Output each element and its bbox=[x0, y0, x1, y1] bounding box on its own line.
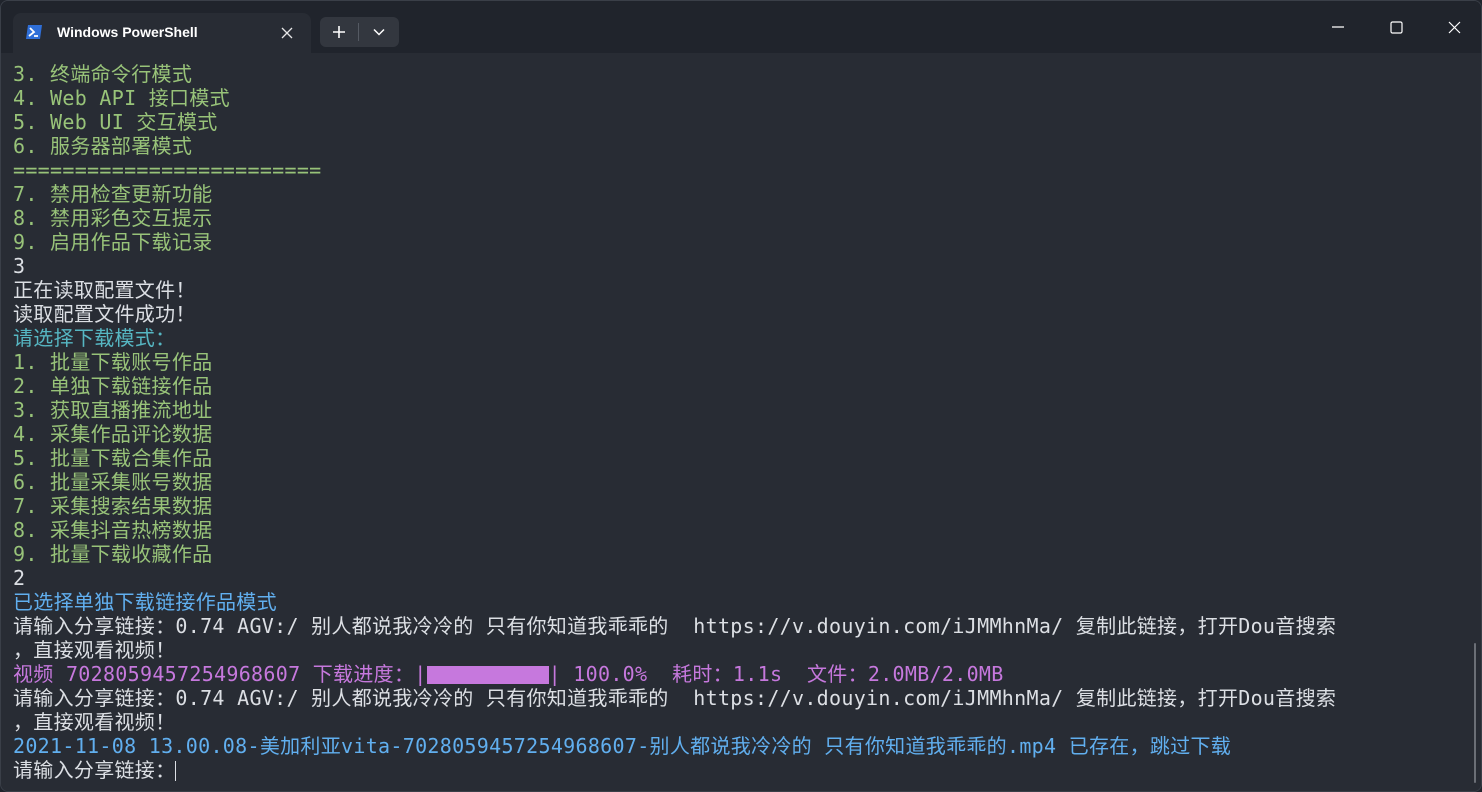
terminal-window: Windows PowerShell 3. 终端命令行模式 4. Web API… bbox=[0, 0, 1482, 792]
output-line: 请输入分享链接：0.74 AGV:/ 别人都说我冷冷的 只有你知道我乖乖的 ht… bbox=[13, 686, 1337, 710]
input-prompt-line[interactable]: 请输入分享链接： bbox=[13, 758, 177, 782]
scrollbar[interactable] bbox=[1474, 643, 1476, 783]
progress-prefix: 视频 7028059457254968607 下载进度：| bbox=[13, 662, 427, 686]
tab-dropdown-button[interactable] bbox=[359, 17, 399, 47]
close-window-button[interactable] bbox=[1425, 1, 1481, 53]
download-progress-line: 视频 7028059457254968607 下载进度：| | 100.0% 耗时… bbox=[13, 662, 1004, 686]
output-line: ，直接观看视频！ bbox=[13, 638, 176, 662]
output-line: 5. Web UI 交互模式 bbox=[13, 110, 218, 134]
tab-powershell[interactable]: Windows PowerShell bbox=[13, 13, 311, 53]
output-line: 请输入分享链接：0.74 AGV:/ 别人都说我冷冷的 只有你知道我乖乖的 ht… bbox=[13, 614, 1337, 638]
new-tab-button[interactable] bbox=[320, 17, 358, 47]
close-icon bbox=[1448, 21, 1460, 33]
minimize-icon bbox=[1332, 26, 1344, 28]
output-line: 9. 批量下载收藏作品 bbox=[13, 542, 213, 566]
output-line: 2021-11-08 13.00.08-美加利亚vita-70280594572… bbox=[13, 734, 1232, 758]
title-bar[interactable]: Windows PowerShell bbox=[1, 1, 1481, 53]
output-line: 请选择下载模式： bbox=[13, 326, 176, 350]
output-line: 6. 批量采集账号数据 bbox=[13, 470, 213, 494]
output-line: 9. 启用作品下载记录 bbox=[13, 230, 213, 254]
tab-title: Windows PowerShell bbox=[57, 24, 198, 40]
close-tab-icon[interactable] bbox=[275, 21, 299, 45]
output-line: 4. 采集作品评论数据 bbox=[13, 422, 213, 446]
maximize-button[interactable] bbox=[1367, 1, 1425, 53]
terminal-output[interactable]: 3. 终端命令行模式 4. Web API 接口模式 5. Web UI 交互模… bbox=[1, 53, 1481, 791]
output-line: 1. 批量下载账号作品 bbox=[13, 350, 213, 374]
output-line: 8. 采集抖音热榜数据 bbox=[13, 518, 213, 542]
progress-bar bbox=[426, 666, 549, 684]
maximize-icon bbox=[1389, 20, 1403, 34]
output-line: 已选择单独下载链接作品模式 bbox=[13, 590, 277, 614]
tab-actions bbox=[320, 17, 399, 47]
output-line: 8. 禁用彩色交互提示 bbox=[13, 206, 213, 230]
output-line: 3. 获取直播推流地址 bbox=[13, 398, 213, 422]
output-line: 3. 终端命令行模式 bbox=[13, 62, 193, 86]
user-input-line: 2 bbox=[13, 566, 26, 590]
output-line: 2. 单独下载链接作品 bbox=[13, 374, 213, 398]
plus-icon bbox=[333, 26, 345, 38]
output-line: ，直接观看视频！ bbox=[13, 710, 176, 734]
powershell-icon bbox=[25, 24, 43, 40]
output-line: 4. Web API 接口模式 bbox=[13, 86, 230, 110]
user-input-line: 3 bbox=[13, 254, 26, 278]
progress-suffix: | 100.0% 耗时：1.1s 文件：2.0MB/2.0MB bbox=[548, 662, 1004, 686]
separator-line: ========================= bbox=[13, 158, 322, 182]
chevron-down-icon bbox=[373, 28, 385, 36]
output-line: 读取配置文件成功！ bbox=[13, 302, 196, 326]
output-line: 5. 批量下载合集作品 bbox=[13, 446, 213, 470]
output-line: 7. 禁用检查更新功能 bbox=[13, 182, 213, 206]
output-line: 正在读取配置文件！ bbox=[13, 278, 196, 302]
output-line: 6. 服务器部署模式 bbox=[13, 134, 193, 158]
text-cursor bbox=[175, 761, 177, 781]
output-line: 7. 采集搜索结果数据 bbox=[13, 494, 213, 518]
minimize-button[interactable] bbox=[1309, 1, 1367, 53]
prompt-text: 请输入分享链接： bbox=[13, 758, 176, 782]
